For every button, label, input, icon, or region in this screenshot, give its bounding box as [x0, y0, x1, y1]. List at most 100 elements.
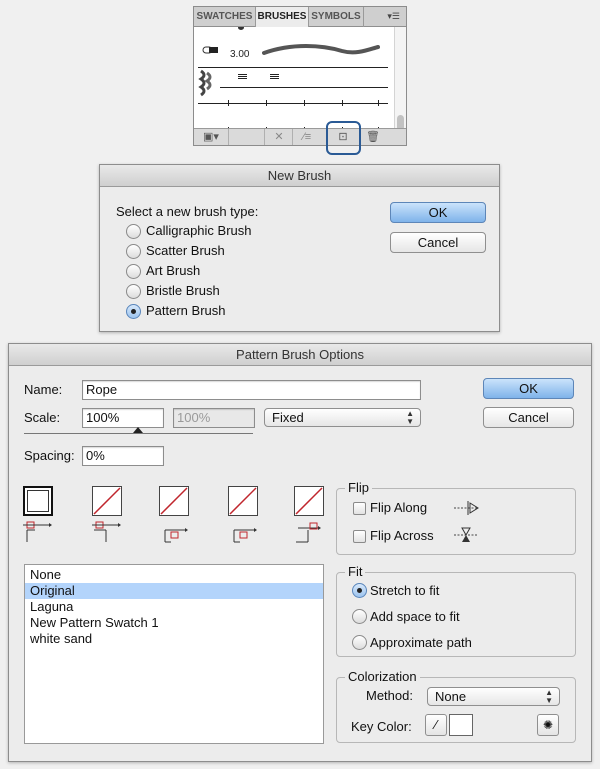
inner-corner-tile-box[interactable] [159, 486, 189, 516]
new-brush-highlight [326, 121, 361, 155]
scale-max-field: 100% [173, 408, 255, 428]
side-tile-icon [23, 521, 52, 542]
inner-corner-tile-icon [164, 528, 188, 543]
chevron-updown-icon: ▲ ▼ [545, 688, 553, 705]
end-tile-icon [296, 522, 321, 543]
scale-slider-thumb[interactable] [133, 427, 143, 433]
colorization-group: Colorization Method: None ▲ ▼ Key Color: … [336, 669, 576, 743]
tab-symbols[interactable]: SYMBOLS [309, 7, 364, 27]
side-tile-box[interactable] [23, 486, 53, 516]
cancel-button[interactable]: Cancel [390, 232, 486, 253]
list-item[interactable]: None [25, 567, 323, 583]
scale-mode-dropdown[interactable]: Fixed ▲ ▼ [264, 408, 421, 427]
flip-group: Flip Flip Along Flip Across [336, 480, 576, 555]
key-color-swatch[interactable] [449, 714, 473, 736]
radio-bristle-brush[interactable] [126, 284, 141, 299]
scale-mode-value: Fixed [272, 410, 304, 425]
delete-brush-icon[interactable]: 🗑 [366, 130, 380, 144]
flip-along-label: Flip Along [370, 500, 428, 515]
tick [228, 100, 229, 106]
brushes-panel: SWATCHES BRUSHES SYMBOLS ▾☰ 3.00 ▣▾ ✕ ⁄≡… [193, 6, 407, 146]
radio-scatter-brush[interactable] [126, 244, 141, 259]
remove-brush-stroke-icon[interactable]: ✕ [270, 130, 288, 144]
scale-slider-track[interactable] [24, 433, 253, 434]
new-brush-dialog: New Brush Select a new brush type: Calli… [99, 164, 500, 332]
cancel-button[interactable]: Cancel [483, 407, 574, 428]
radio-add-space-to-fit[interactable] [352, 609, 367, 624]
divider [220, 87, 388, 88]
pattern-tile-icon[interactable] [238, 73, 247, 80]
rope-pattern-swatch[interactable] [198, 69, 220, 97]
spacing-field[interactable]: 0% [82, 446, 164, 466]
chevron-updown-icon: ▲ ▼ [406, 409, 414, 426]
radio-label: Calligraphic Brush [146, 223, 252, 238]
outer-corner-tile-box[interactable] [92, 486, 122, 516]
fit-group: Fit Stretch to fit Add space to fit Appr… [336, 564, 576, 657]
divider [198, 67, 388, 68]
colorization-group-title: Colorization [345, 669, 420, 684]
ok-button[interactable]: OK [483, 378, 574, 399]
radio-label: Approximate path [370, 635, 472, 650]
tick [304, 100, 305, 106]
brush-type-prompt: Select a new brush type: [116, 204, 259, 219]
eyedropper-icon[interactable]: ⁄ [425, 714, 447, 736]
divider [292, 129, 293, 145]
flip-along-checkbox[interactable] [353, 502, 366, 515]
start-tile-box[interactable] [228, 486, 258, 516]
tips-lightbulb-icon[interactable]: ✺ [537, 714, 559, 736]
radio-approximate-path[interactable] [352, 635, 367, 650]
pattern-tile-icon[interactable] [270, 73, 279, 80]
method-value: None [435, 689, 467, 704]
key-color-label: Key Color: [351, 719, 412, 734]
method-label: Method: [366, 688, 413, 703]
brush-libraries-menu-icon[interactable]: ▣▾ [200, 130, 222, 144]
radio-calligraphic-brush[interactable] [126, 224, 141, 239]
brush-size-label: 3.00 [230, 49, 250, 60]
tick [266, 100, 267, 106]
brush-dot-icon [238, 27, 244, 30]
panel-scrollbar[interactable] [394, 27, 406, 135]
flip-group-title: Flip [345, 480, 372, 495]
dialog-title: Pattern Brush Options [9, 344, 591, 366]
radio-pattern-brush[interactable] [126, 304, 141, 319]
pattern-brush-options-dialog: Pattern Brush Options Name: Rope Scale: … [8, 343, 592, 762]
divider [198, 103, 388, 104]
brush-stroke-preview[interactable] [262, 39, 382, 61]
list-item[interactable]: Laguna [25, 599, 323, 615]
tab-swatches[interactable]: SWATCHES [194, 7, 256, 27]
method-dropdown[interactable]: None ▲ ▼ [427, 687, 560, 706]
radio-art-brush[interactable] [126, 264, 141, 279]
panel-footer-toolbar: ▣▾ ✕ ⁄≡ ⊡ 🗑 [194, 128, 406, 145]
brush-library-list: 3.00 [194, 27, 394, 135]
ok-button[interactable]: OK [390, 202, 486, 223]
name-label: Name: [24, 382, 63, 397]
start-tile-icon [233, 528, 257, 543]
divider [228, 129, 229, 145]
scale-field[interactable]: 100% [82, 408, 164, 428]
flip-across-checkbox[interactable] [353, 530, 366, 543]
panel-tab-bar: SWATCHES BRUSHES SYMBOLS ▾☰ [194, 7, 406, 28]
calligraphic-brush-icon[interactable] [202, 45, 220, 55]
radio-label: Stretch to fit [370, 583, 440, 598]
list-item[interactable]: white sand [25, 631, 323, 647]
divider [264, 129, 265, 145]
radio-label: Add space to fit [370, 609, 460, 624]
list-item-selected[interactable]: Original [25, 583, 323, 599]
flip-across-label: Flip Across [370, 528, 434, 543]
name-field[interactable]: Rope [82, 380, 421, 400]
list-item[interactable]: New Pattern Swatch 1 [25, 615, 323, 631]
end-tile-box[interactable] [294, 486, 324, 516]
panel-menu-icon[interactable]: ▾☰ [387, 11, 400, 22]
radio-label: Scatter Brush [146, 243, 225, 258]
flip-across-icon [454, 527, 478, 542]
radio-label: Pattern Brush [146, 303, 226, 318]
dialog-title: New Brush [100, 165, 499, 187]
tick [342, 100, 343, 106]
spacing-label: Spacing: [24, 448, 75, 463]
pattern-swatch-list[interactable]: None Original Laguna New Pattern Swatch … [24, 564, 324, 744]
fit-group-title: Fit [345, 564, 366, 579]
radio-stretch-to-fit[interactable] [352, 583, 367, 598]
options-of-selected-object-icon[interactable]: ⁄≡ [294, 130, 320, 144]
tick [378, 100, 379, 106]
tab-brushes[interactable]: BRUSHES [256, 7, 309, 28]
